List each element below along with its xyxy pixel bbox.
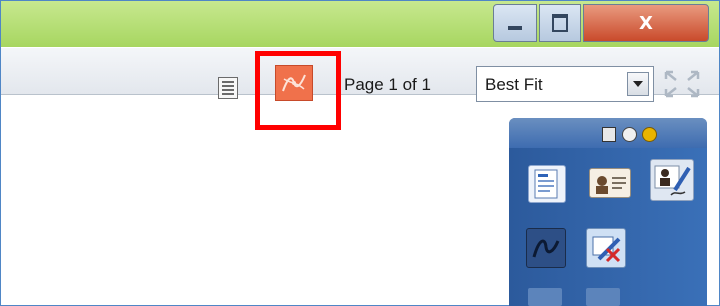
page-indicator: Page 1 of 1 [344,75,431,94]
id-card-icon[interactable] [589,168,631,198]
close-icon: X [639,12,653,34]
panel-pages-icon[interactable] [602,127,616,142]
chevron-down-icon[interactable] [627,72,649,96]
tool-icon[interactable] [586,288,620,306]
draw-icon[interactable] [526,228,566,268]
fullscreen-icon[interactable] [662,68,702,100]
zoom-select[interactable]: Best Fit [476,66,654,102]
document-form-icon[interactable] [528,165,566,203]
document-form-glyph [534,169,558,199]
minimize-icon [508,26,522,30]
minimize-button[interactable] [493,4,537,42]
signature-pen-glyph [654,165,691,196]
tool-panel [509,118,707,306]
id-card-glyph [596,176,626,194]
highlight-box [255,51,341,130]
help-circle-icon[interactable] [642,127,657,142]
erase-icon[interactable] [586,228,626,268]
signature-pen-icon[interactable] [650,159,694,201]
draw-glyph [532,239,560,258]
pages-icon[interactable] [218,77,238,99]
close-button[interactable]: X [583,4,709,42]
erase-glyph [592,236,621,263]
maximize-button[interactable] [539,4,581,42]
tool-icon[interactable] [528,288,562,306]
zoom-value: Best Fit [485,75,543,94]
minimize-circle-icon[interactable] [622,127,637,142]
maximize-icon [552,14,568,32]
